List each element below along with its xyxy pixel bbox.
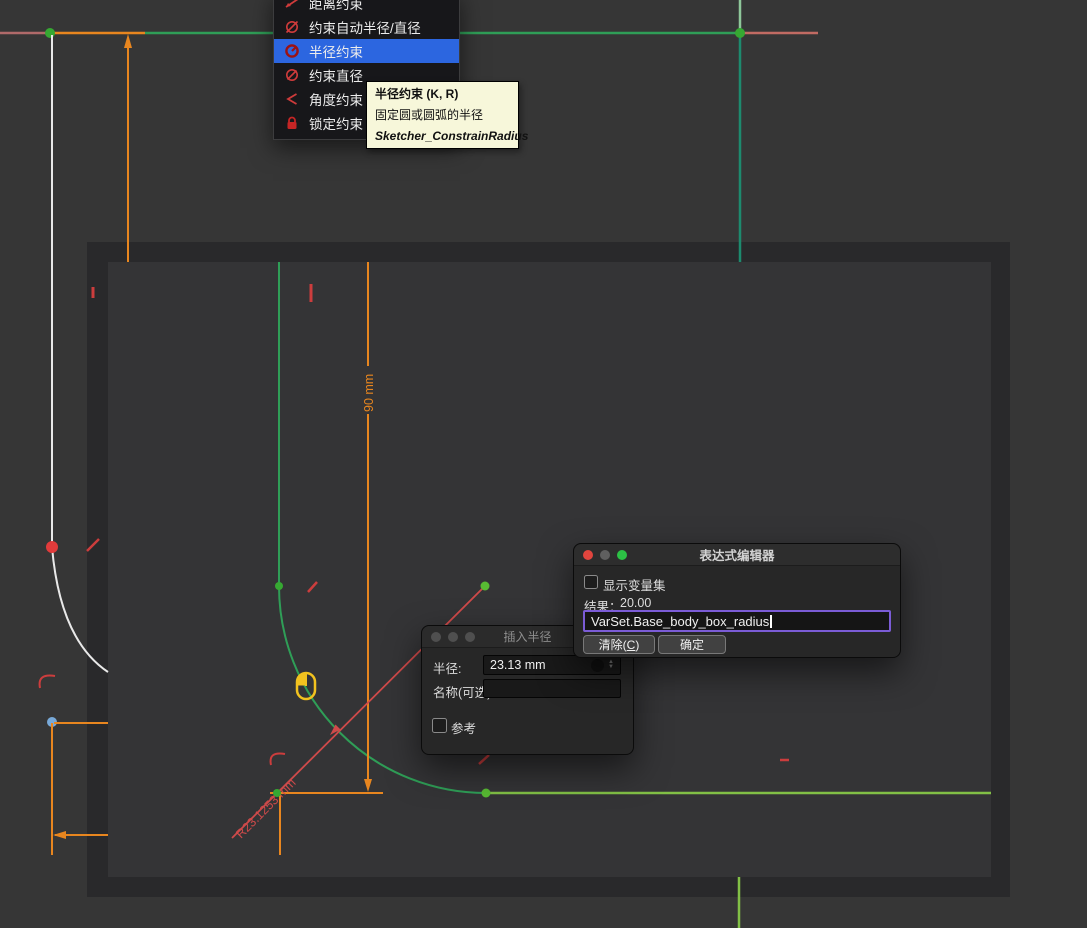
ok-button[interactable]: 确定: [658, 635, 726, 654]
radius-value-input[interactable]: 23.13 mm ▲▼: [483, 655, 621, 675]
dimension-arrow-down: [364, 779, 372, 792]
expression-editor-dialog: 表达式编辑器 显示变量集 结果： 20.00 VarSet.Base_body_…: [573, 543, 901, 658]
radius-dimension-arrow: [330, 725, 341, 736]
height-dimension-label[interactable]: 90 mm: [362, 374, 376, 412]
clear-button-label-end: ): [635, 638, 639, 652]
menu-item-label: 距离约束: [309, 0, 363, 13]
expression-value: VarSet.Base_body_box_radius: [591, 614, 769, 629]
arc-start-vertex[interactable]: [275, 582, 283, 590]
distance-constraint-icon: [284, 0, 300, 11]
tooltip-description: 固定圆或圆弧的半径: [375, 109, 511, 121]
close-icon[interactable]: [583, 550, 593, 560]
result-value: 20.00: [620, 596, 651, 610]
sketch-vertex[interactable]: [735, 28, 745, 38]
constraint-mark-icon[interactable]: [479, 755, 489, 764]
menu-item-label: 半径约束: [309, 41, 363, 61]
menu-item-label: 约束自动半径/直径: [309, 17, 421, 37]
arc-center-vertex[interactable]: [481, 582, 490, 591]
menu-item-auto-radius-diameter[interactable]: 约束自动半径/直径: [274, 15, 459, 39]
tooltip-title: 半径约束 (K, R): [375, 88, 511, 100]
app-viewport: 90 mm R23.1253 mm 距离约束: [0, 0, 1087, 928]
name-input[interactable]: [483, 679, 621, 698]
clear-button-label: 清除(: [599, 636, 627, 653]
auto-radius-diameter-constraint-icon: [284, 19, 300, 35]
radius-value: 23.13 mm: [490, 658, 591, 672]
menu-item-label: 约束直径: [309, 65, 363, 85]
sketch-arc-white[interactable]: [52, 547, 108, 672]
menu-item-label: 锁定约束: [309, 113, 363, 133]
menu-item-label: 角度约束: [309, 89, 363, 109]
corner-vertex[interactable]: [273, 789, 281, 797]
sketch-point-red[interactable]: [46, 541, 58, 553]
expression-input[interactable]: VarSet.Base_body_box_radius: [583, 610, 891, 632]
radius-dimension-label[interactable]: R23.1253 mm: [233, 776, 298, 841]
expression-editor-titlebar[interactable]: 表达式编辑器: [574, 544, 900, 566]
show-varset-checkbox[interactable]: [584, 575, 598, 589]
lock-constraint-icon: [284, 115, 300, 131]
radius-constraint-icon: [284, 43, 300, 59]
constraint-arc-icon[interactable]: [40, 676, 55, 689]
arc-end-vertex[interactable]: [482, 789, 491, 798]
dimension-arrow-up: [124, 34, 132, 48]
constraint-mark-icon[interactable]: [308, 582, 317, 592]
constraint-mark-icon[interactable]: [87, 539, 99, 551]
tooltip-command: Sketcher_ConstrainRadius: [375, 130, 511, 142]
radius-label: 半径:: [433, 658, 461, 677]
sketch-vertex[interactable]: [45, 28, 55, 38]
menu-item-radius-constraint[interactable]: 半径约束: [274, 39, 459, 63]
spinner-arrows-icon[interactable]: ▲▼: [608, 660, 614, 670]
minimize-icon[interactable]: [600, 550, 610, 560]
dialog-title: 表达式编辑器: [699, 545, 774, 564]
dialog-title: 插入半径: [503, 628, 551, 645]
text-cursor: [770, 615, 772, 628]
close-icon[interactable]: [431, 632, 441, 642]
constraint-arc-icon[interactable]: [271, 753, 285, 765]
mouse-left-click-icon: [297, 673, 315, 699]
reference-label: 参考: [451, 718, 476, 737]
minimize-icon[interactable]: [448, 632, 458, 642]
menu-item-distance-constraint[interactable]: 距离约束: [274, 0, 459, 15]
zoom-icon[interactable]: [465, 632, 475, 642]
clear-button[interactable]: 清除(C): [583, 635, 655, 654]
show-varset-label: 显示变量集: [603, 575, 666, 594]
angle-constraint-icon: [284, 91, 300, 107]
reference-checkbox[interactable]: [432, 718, 447, 733]
radius-constraint-tooltip: 半径约束 (K, R) 固定圆或圆弧的半径 Sketcher_Constrain…: [366, 81, 519, 149]
expression-icon[interactable]: [591, 659, 604, 672]
dimension-arrow-left: [53, 831, 66, 839]
zoom-icon[interactable]: [617, 550, 627, 560]
clear-button-mnemonic: C: [627, 638, 636, 652]
diameter-constraint-icon: [284, 67, 300, 83]
ok-button-label: 确定: [680, 636, 704, 653]
